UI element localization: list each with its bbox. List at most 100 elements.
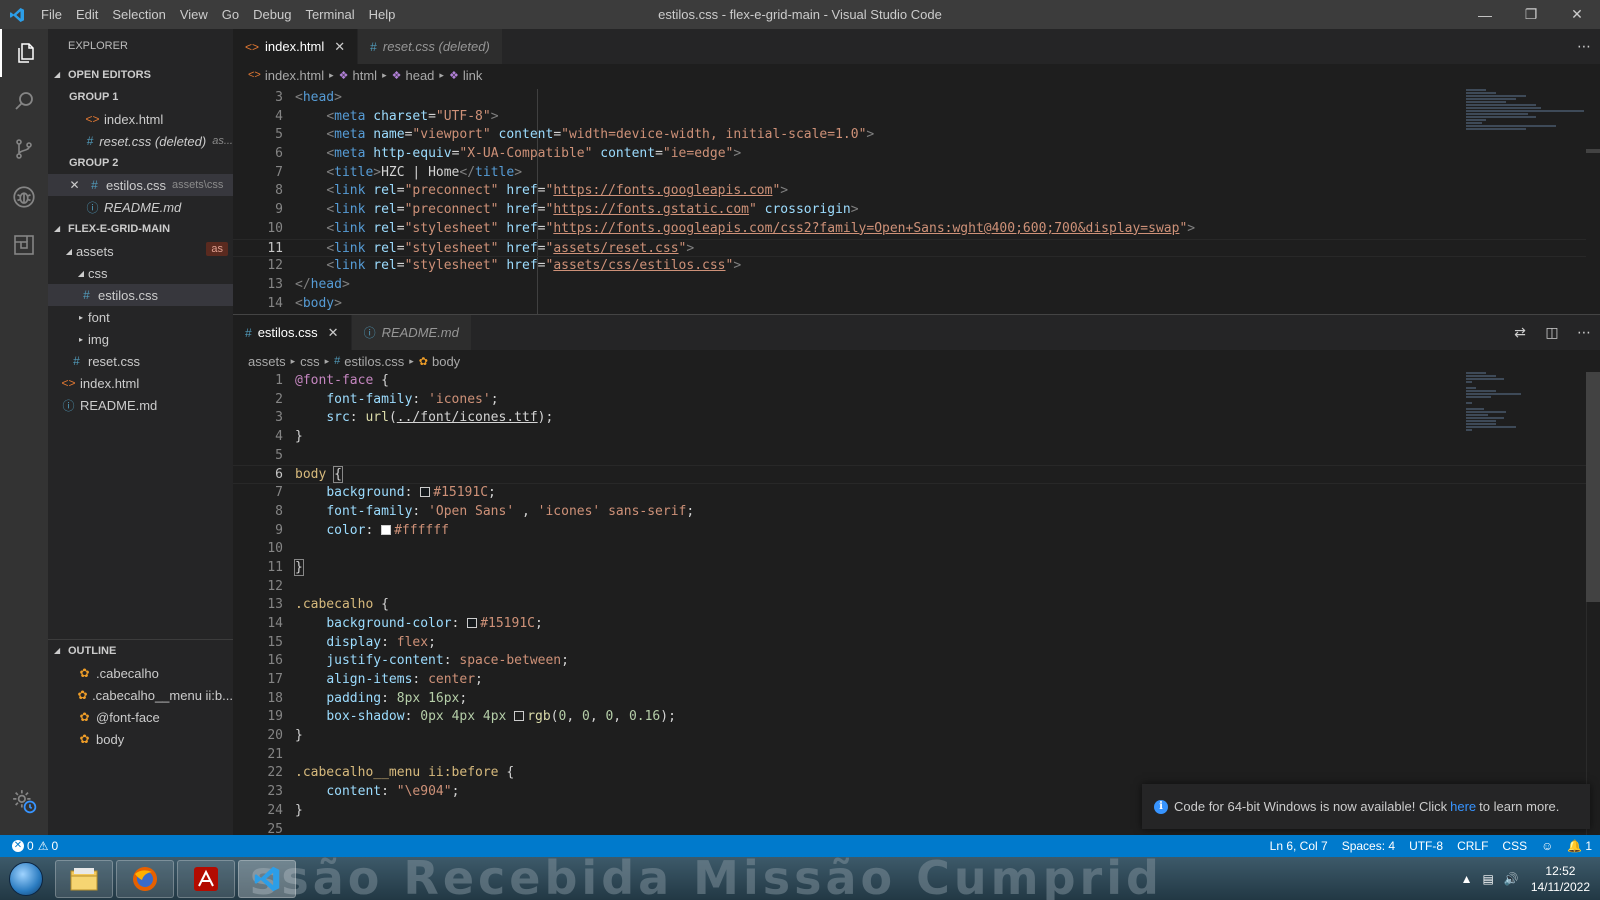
tree-folder-css[interactable]: ◢ css: [48, 262, 233, 284]
menu-selection[interactable]: Selection: [105, 0, 172, 29]
open-changes-icon[interactable]: ⇄: [1504, 324, 1536, 341]
debug-icon[interactable]: [0, 173, 48, 221]
minimap[interactable]: [1466, 372, 1586, 432]
tray-expand-icon[interactable]: ▲: [1461, 872, 1473, 886]
language-mode[interactable]: CSS: [1502, 839, 1527, 853]
breadcrumb-item[interactable]: link: [463, 68, 483, 83]
minimize-icon[interactable]: —: [1462, 0, 1508, 29]
folder-name: assets: [76, 243, 114, 259]
tree-folder-font[interactable]: ▸ font: [48, 306, 233, 328]
folder-name: css: [88, 265, 108, 281]
search-icon[interactable]: [0, 77, 48, 125]
css-file-icon: #: [83, 288, 90, 302]
line-number: 15: [267, 634, 283, 650]
network-icon[interactable]: ▤: [1483, 872, 1494, 886]
menu-terminal[interactable]: Terminal: [298, 0, 361, 29]
outline-item[interactable]: ✿ .cabecalho: [48, 662, 233, 684]
outline-item[interactable]: ✿ @font-face: [48, 706, 233, 728]
close-icon[interactable]: ✕: [66, 178, 83, 192]
restore-icon[interactable]: ❐: [1508, 0, 1554, 29]
taskbar-explorer[interactable]: [55, 859, 113, 898]
tab-reset-css[interactable]: # reset.css (deleted): [358, 29, 503, 64]
tree-file-reset-css[interactable]: # reset.css: [48, 350, 233, 372]
color-swatch[interactable]: [420, 487, 431, 498]
menu-debug[interactable]: Debug: [246, 0, 298, 29]
tree-folder-assets[interactable]: ◢ assets as: [48, 240, 233, 262]
explorer-icon[interactable]: [0, 29, 48, 77]
menu-go[interactable]: Go: [215, 0, 246, 29]
breadcrumb-item[interactable]: estilos.css: [344, 354, 404, 369]
outline-header[interactable]: ◢ OUTLINE: [48, 640, 233, 662]
taskbar-firefox[interactable]: [116, 859, 174, 898]
encoding[interactable]: UTF-8: [1409, 839, 1443, 853]
menu-view[interactable]: View: [173, 0, 215, 29]
status-badge: as: [206, 242, 228, 256]
tree-file-readme[interactable]: ⓘ README.md: [48, 394, 233, 416]
close-icon[interactable]: ✕: [328, 325, 339, 341]
tree-folder-img[interactable]: ▸ img: [48, 328, 233, 350]
tree-file-estilos-css[interactable]: # estilos.css: [48, 284, 233, 306]
tab-readme[interactable]: ⓘ README.md: [351, 315, 472, 350]
open-editor-index-html[interactable]: <> index.html: [48, 108, 233, 130]
open-editor-reset-css[interactable]: # reset.css (deleted) as...: [48, 130, 233, 152]
start-button[interactable]: [0, 857, 52, 900]
html-code-editor[interactable]: 3 <head> 4 <meta charset="UTF-8"> 5 <meta…: [233, 89, 1600, 314]
breadcrumb-item[interactable]: index.html: [265, 68, 324, 83]
breadcrumb-item[interactable]: body: [432, 354, 460, 369]
code-line: font-family: 'icones';: [326, 391, 499, 407]
more-actions-icon[interactable]: ⋯: [1568, 38, 1600, 55]
clock[interactable]: 12:52 14/11/2022: [1531, 863, 1590, 895]
notification-link[interactable]: here: [1450, 799, 1476, 814]
split-editor-icon[interactable]: ◫: [1536, 324, 1568, 341]
taskbar-vscode[interactable]: [238, 859, 296, 898]
taskbar-acrobat[interactable]: [177, 859, 235, 898]
breadcrumb-item[interactable]: css: [300, 354, 320, 369]
scrollbar[interactable]: [1586, 372, 1600, 835]
firefox-icon: [133, 866, 157, 891]
outline-label: .cabecalho__menu ii:b...: [92, 687, 233, 703]
notifications-bell-icon[interactable]: 🔔: [1567, 839, 1582, 853]
code-line: src: url(../font/icones.ttf);: [326, 410, 554, 426]
indentation[interactable]: Spaces: 4: [1342, 839, 1395, 853]
scrollbar-thumb[interactable]: [1586, 149, 1600, 153]
more-actions-icon[interactable]: ⋯: [1568, 324, 1600, 341]
scrollbar[interactable]: [1586, 89, 1600, 314]
outline-item[interactable]: ✿ .cabecalho__menu ii:b...: [48, 684, 234, 706]
source-control-icon[interactable]: [0, 125, 48, 173]
open-editors-header[interactable]: ◢ OPEN EDITORS: [48, 64, 233, 86]
volume-icon[interactable]: 🔊: [1504, 872, 1519, 886]
close-window-icon[interactable]: ✕: [1554, 0, 1600, 29]
tab-label: README.md: [381, 325, 459, 340]
tree-file-index-html[interactable]: <> index.html: [48, 372, 233, 394]
breadcrumb-item[interactable]: html: [353, 68, 378, 83]
open-editor-readme[interactable]: ⓘ README.md: [48, 196, 233, 218]
line-ending[interactable]: CRLF: [1457, 839, 1488, 853]
color-swatch[interactable]: [381, 524, 392, 535]
open-editor-estilos-css[interactable]: ✕ # estilos.css assets\css: [48, 174, 233, 196]
color-swatch[interactable]: [467, 617, 478, 628]
feedback-smiley-icon[interactable]: ☺: [1541, 839, 1553, 853]
code-line: <meta charset="UTF-8">: [326, 108, 499, 124]
extensions-icon[interactable]: [0, 221, 48, 269]
css-file-icon: #: [86, 134, 94, 148]
color-swatch[interactable]: [514, 711, 525, 722]
chevron-down-icon: ◢: [54, 224, 61, 233]
breadcrumb-item[interactable]: head: [405, 68, 434, 83]
problems-indicator[interactable]: ✕ 0 ⚠ 0: [0, 839, 58, 853]
scrollbar-thumb[interactable]: [1586, 372, 1600, 602]
outline-item[interactable]: ✿ body: [48, 728, 233, 750]
breadcrumb-item[interactable]: assets: [248, 354, 286, 369]
menu-file[interactable]: File: [34, 0, 69, 29]
menu-help[interactable]: Help: [362, 0, 403, 29]
tab-estilos-css[interactable]: # estilos.css ✕: [233, 315, 352, 350]
settings-gear-icon[interactable]: [0, 777, 48, 825]
css-code-editor[interactable]: 1 @font-face { 2 font-family: 'icones'; 3…: [233, 372, 1600, 835]
line-number: 14: [267, 615, 283, 631]
cursor-position[interactable]: Ln 6, Col 7: [1270, 839, 1328, 853]
folder-header[interactable]: ◢ FLEX-E-GRID-MAIN: [48, 218, 233, 240]
close-icon[interactable]: ✕: [334, 39, 345, 55]
tab-index-html[interactable]: <> index.html ✕: [233, 29, 359, 64]
minimap[interactable]: [1466, 89, 1586, 131]
menu-edit[interactable]: Edit: [69, 0, 105, 29]
status-bar: ✕ 0 ⚠ 0 Ln 6, Col 7 Spaces: 4 UTF-8 CRLF…: [0, 835, 1600, 857]
